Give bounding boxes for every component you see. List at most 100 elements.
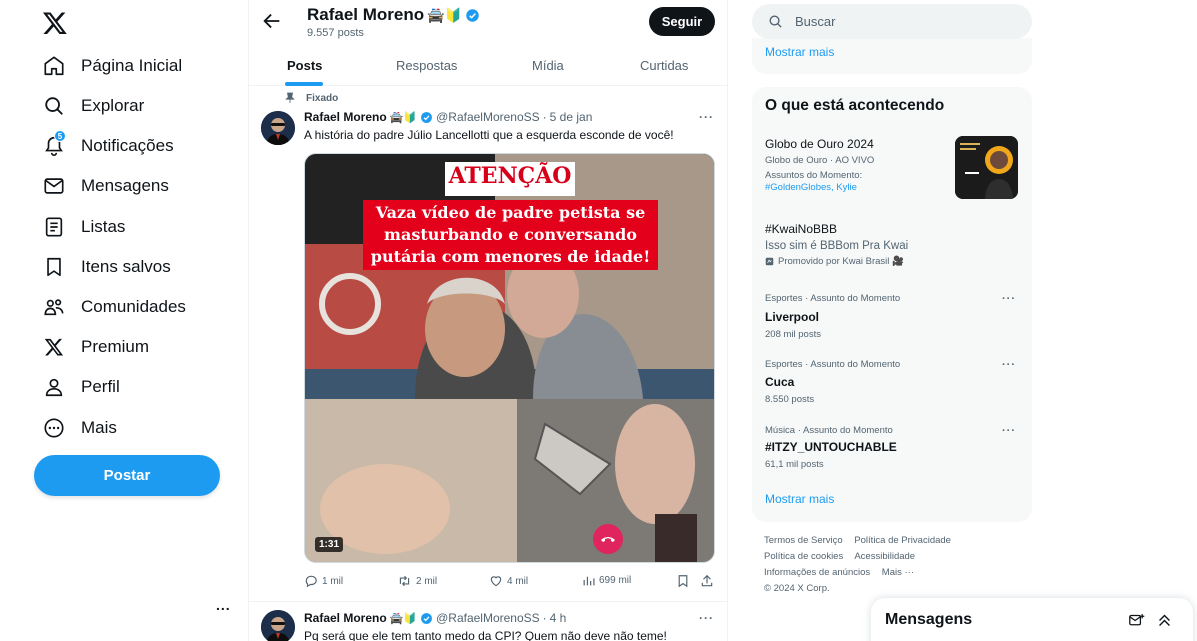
reply-button[interactable]: 1 mil [304, 574, 343, 588]
messages-drawer[interactable]: Mensagens [871, 598, 1193, 641]
list-icon [42, 215, 66, 239]
footer-line: Informações de anúncios Mais ··· [764, 567, 923, 578]
nav-profile[interactable]: Perfil [42, 369, 120, 405]
banner-line: putária com menores de idade! [370, 247, 651, 266]
person-icon [42, 375, 66, 399]
nav-explore[interactable]: Explorar [42, 88, 144, 124]
views-count: 699 mil [599, 575, 632, 586]
more-circle-icon [42, 416, 66, 440]
nav-messages-label: Mensagens [81, 176, 169, 195]
nav-lists-label: Listas [81, 217, 126, 236]
footer-line: Termos de Serviço Política de Privacidad… [764, 535, 960, 546]
tab-media[interactable]: Mídia [532, 48, 564, 86]
separator-dot: · [542, 611, 547, 625]
author-name[interactable]: Rafael Moreno [304, 611, 387, 625]
post-button[interactable]: Postar [34, 455, 220, 496]
trend-thumbnail[interactable] [955, 136, 1018, 199]
nav-communities[interactable]: Comunidades [42, 289, 186, 325]
verified-badge-icon [421, 612, 433, 624]
search-icon [769, 15, 782, 28]
envelope-icon [42, 174, 66, 198]
tweet-more-icon[interactable]: ··· [699, 611, 714, 625]
footer-link[interactable]: Política de Privacidade [854, 535, 951, 546]
reply-icon [305, 575, 317, 588]
show-more-link[interactable]: Mostrar mais [765, 492, 834, 506]
retweet-button[interactable]: 2 mil [397, 574, 437, 588]
author-emoji: 🚔🔰 [389, 612, 418, 625]
author-handle[interactable]: @RafaelMorenoSS [436, 110, 540, 124]
nav-profile-label: Perfil [81, 377, 120, 396]
footer-line: Política de cookies Acessibilidade [764, 551, 924, 562]
verified-badge-icon [466, 8, 479, 22]
tweet-date[interactable]: 5 de jan [550, 110, 593, 124]
tweet[interactable]: Rafael Moreno 🚔🔰 @RafaelMorenoSS · 4 h ·… [249, 603, 727, 641]
nav-messages[interactable]: Mensagens [42, 168, 169, 204]
search-input[interactable]: Buscar [752, 4, 1032, 39]
account-menu-dots[interactable]: ... [216, 597, 231, 613]
trend-title: #ITZY_UNTOUCHABLE [765, 440, 897, 454]
tweet-video[interactable]: ATENÇÃO Vaza vídeo de padre petista se m… [304, 153, 715, 563]
nav-bookmarks-label: Itens salvos [81, 257, 171, 276]
footer-link[interactable]: Informações de anúncios [764, 567, 870, 578]
footer-link[interactable]: Política de cookies [764, 551, 843, 562]
tweet-header: Rafael Moreno 🚔🔰 @RafaelMorenoSS · 5 de … [304, 110, 592, 124]
nav-communities-label: Comunidades [81, 297, 186, 316]
nav-home-label: Página Inicial [81, 56, 183, 75]
pinned-label: Fixado [306, 92, 339, 104]
tab-likes[interactable]: Curtidas [640, 48, 688, 86]
trend-item[interactable]: #KwaiNoBBB Isso sim é BBBom Pra Kwai Pro… [765, 222, 1025, 267]
nav-more-label: Mais [81, 418, 117, 437]
trend-more-icon[interactable]: ··· [1002, 425, 1016, 437]
show-more-link[interactable]: Mostrar mais [765, 45, 834, 59]
author-handle[interactable]: @RafaelMorenoSS [436, 611, 540, 625]
people-icon [42, 295, 66, 319]
footer-link[interactable]: Acessibilidade [854, 551, 915, 562]
nav-home[interactable]: Página Inicial [42, 48, 182, 84]
trend-sub: Isso sim é BBBom Pra Kwai [765, 240, 909, 252]
tab-posts[interactable]: Posts [287, 48, 322, 86]
trend-title: Cuca [765, 375, 795, 389]
search-placeholder: Buscar [795, 14, 836, 29]
back-arrow-icon[interactable] [261, 10, 283, 32]
trend-item[interactable]: Esportes · Assunto do Momento Cuca 8.550… [765, 359, 1025, 405]
share-icon[interactable] [700, 574, 714, 588]
bookmark-icon[interactable] [676, 574, 690, 588]
follow-button[interactable]: Seguir [649, 7, 715, 36]
left-sidebar: Página Inicial Explorar 5 Notificações M… [0, 0, 248, 641]
trend-item[interactable]: Música · Assunto do Momento #ITZY_UNTOUC… [765, 425, 1025, 470]
trend-more-icon[interactable]: ··· [1002, 359, 1016, 371]
promoted-label: Promovido por Kwai Brasil 🎥 [778, 256, 904, 267]
footer-link[interactable]: Termos de Serviço [764, 535, 843, 546]
tweet-header: Rafael Moreno 🚔🔰 @RafaelMorenoSS · 4 h [304, 611, 566, 625]
nav-more[interactable]: Mais [42, 410, 117, 446]
avatar[interactable] [261, 610, 295, 641]
nav-notifications[interactable]: 5 Notificações [42, 128, 174, 164]
profile-header: Rafael Moreno 🚔🔰 9.557 posts Seguir [249, 0, 727, 44]
nav-bookmarks[interactable]: Itens salvos [42, 249, 171, 285]
author-emoji: 🚔🔰 [389, 111, 418, 124]
banner-line: masturbando e conversando [384, 225, 637, 244]
trend-title: #KwaiNoBBB [765, 222, 838, 236]
tweet-date[interactable]: 4 h [550, 611, 567, 625]
tweet[interactable]: Fixado Rafael Moreno 🚔🔰 @RafaelMorenoSS … [249, 92, 727, 602]
tweet-more-icon[interactable]: ··· [699, 110, 714, 124]
like-button[interactable]: 4 mil [489, 574, 528, 588]
x-logo-icon[interactable] [42, 10, 68, 36]
search-icon [42, 94, 66, 118]
views-button[interactable]: 699 mil [582, 574, 631, 587]
tab-replies[interactable]: Respostas [396, 48, 457, 86]
chevron-up-icon[interactable] [1156, 612, 1173, 629]
nav-premium[interactable]: Premium [42, 329, 149, 365]
nav-premium-label: Premium [81, 337, 150, 356]
avatar[interactable] [261, 111, 295, 145]
footer-link[interactable]: Mais ··· [882, 567, 914, 578]
new-message-icon[interactable] [1128, 612, 1145, 629]
tweet-actions: 1 mil 2 mil 4 mil 699 mil [304, 574, 715, 594]
nav-notifications-label: Notificações [81, 136, 174, 155]
promoted-row: Promovido por Kwai Brasil 🎥 [765, 256, 1025, 267]
trend-more-icon[interactable]: ··· [1002, 293, 1016, 305]
author-name[interactable]: Rafael Moreno [304, 110, 387, 124]
nav-lists[interactable]: Listas [42, 209, 125, 245]
trend-item[interactable]: Esportes · Assunto do Momento Liverpool … [765, 293, 1025, 340]
profile-emoji: 🚔🔰 [427, 6, 463, 23]
